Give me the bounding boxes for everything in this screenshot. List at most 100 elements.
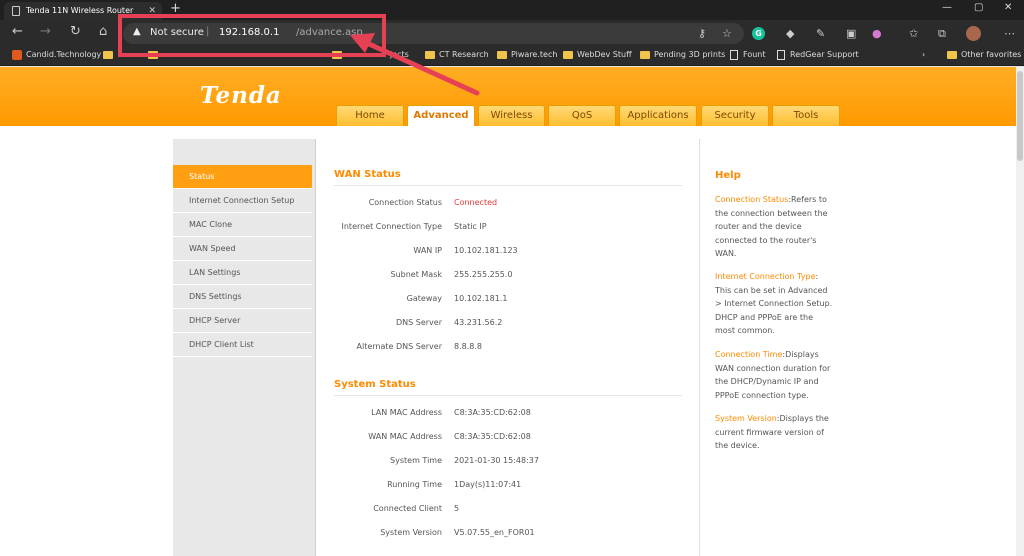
- tab-advanced[interactable]: Advanced: [407, 105, 475, 126]
- help-term: Connection Time: [715, 350, 783, 359]
- more-menu-icon[interactable]: ⋯: [1004, 27, 1015, 40]
- tab-applications[interactable]: Applications: [619, 105, 697, 126]
- help-term: Internet Connection Type: [715, 272, 816, 281]
- sidebar-item-mac-clone[interactable]: MAC Clone: [173, 213, 312, 237]
- bookmark-webdev-stuff[interactable]: WebDev Stuff: [563, 50, 632, 59]
- help-title: Help: [715, 170, 741, 181]
- field-label: System Time: [390, 456, 442, 465]
- help-text: :Refers to the connection between the ro…: [715, 195, 828, 258]
- site-icon: [12, 50, 22, 60]
- document-icon: [730, 50, 738, 60]
- bookmark-other-favorites[interactable]: Other favorites: [947, 50, 1021, 59]
- field-label: DNS Server: [396, 318, 442, 327]
- back-icon[interactable]: ←: [12, 24, 23, 39]
- tab-home[interactable]: Home: [336, 105, 404, 126]
- extension-icon[interactable]: ◆: [786, 27, 794, 40]
- extension-icon[interactable]: ●: [872, 27, 882, 40]
- extension-icon[interactable]: ▣: [846, 27, 856, 40]
- field-label: Alternate DNS Server: [356, 342, 442, 351]
- tenda-logo: Tenda: [200, 82, 282, 109]
- field-label: Subnet Mask: [390, 270, 442, 279]
- system-version-value: V5.07.55_en_FOR01: [454, 528, 535, 537]
- sidebar-item-lan-settings[interactable]: LAN Settings: [173, 261, 312, 285]
- bookmark-redgear-support[interactable]: RedGear Support: [776, 50, 859, 60]
- maximize-icon[interactable]: ▢: [974, 2, 983, 13]
- sidebar-item-status[interactable]: Status: [173, 165, 312, 189]
- status-panel: WAN Status Connection Status Connected I…: [316, 139, 700, 556]
- bookmark-ct-research[interactable]: CT Research: [425, 50, 489, 59]
- connected-client-value: 5: [454, 504, 460, 513]
- connection-status-value: Connected: [454, 198, 498, 207]
- sidebar-item-internet-connection-setup[interactable]: Internet Connection Setup: [173, 189, 312, 213]
- sidebar: Status Internet Connection Setup MAC Clo…: [173, 139, 316, 556]
- sidebar-item-dns-settings[interactable]: DNS Settings: [173, 285, 312, 309]
- field-label: Gateway: [406, 294, 442, 303]
- reload-icon[interactable]: ↻: [70, 24, 81, 39]
- url-highlight-box: [118, 14, 386, 57]
- avatar[interactable]: [966, 26, 981, 41]
- wan-status-title: WAN Status: [334, 169, 401, 180]
- folder-icon: [947, 51, 957, 59]
- router-page: Tenda Home Advanced Wireless QoS Applica…: [0, 67, 1024, 556]
- tab-qos[interactable]: QoS: [548, 105, 616, 126]
- tab-security[interactable]: Security: [701, 105, 769, 126]
- favorite-star-icon[interactable]: ☆: [722, 27, 732, 40]
- help-connection-status: Connection Status:Refers to the connecti…: [715, 193, 833, 261]
- help-panel: Help Connection Status:Refers to the con…: [701, 139, 841, 556]
- bookmarks-overflow-icon[interactable]: ›: [922, 50, 925, 59]
- dns-server-value: 43.231.56.2: [454, 318, 503, 327]
- bookmark-pending-3d-prints[interactable]: Pending 3D prints: [640, 50, 725, 59]
- bookmark-piware-tech[interactable]: Piware.tech: [497, 50, 557, 59]
- window-close-icon[interactable]: ✕: [1004, 2, 1012, 13]
- wan-ip-value: 10.102.181.123: [454, 246, 518, 255]
- bookmark-partial[interactable]: jects: [390, 50, 409, 59]
- divider: [334, 185, 682, 186]
- help-text: : This can be set in Advanced > Internet…: [715, 272, 833, 335]
- divider: [334, 395, 682, 396]
- header-banner: Tenda Home Advanced Wireless QoS Applica…: [0, 67, 1024, 126]
- sidebar-item-dhcp-server[interactable]: DHCP Server: [173, 309, 312, 333]
- page-scrollbar[interactable]: [1016, 67, 1024, 556]
- help-system-version: System Version:Displays the current firm…: [715, 412, 833, 453]
- forward-icon[interactable]: →: [40, 24, 51, 39]
- sidebar-item-dhcp-client-list[interactable]: DHCP Client List: [173, 333, 312, 357]
- collections-icon[interactable]: ⧉: [938, 27, 946, 41]
- favorites-icon[interactable]: ✩: [909, 27, 918, 40]
- connection-type-value: Static IP: [454, 222, 487, 231]
- field-label: LAN MAC Address: [371, 408, 442, 417]
- field-label: Connected Client: [373, 504, 442, 513]
- bookmark-candid-technology[interactable]: Candid.Technology: [12, 50, 101, 60]
- key-icon[interactable]: ⚷: [698, 27, 706, 40]
- help-connection-time: Connection Time:Displays WAN connection …: [715, 348, 833, 402]
- system-status-title: System Status: [334, 379, 416, 390]
- folder-icon: [103, 51, 113, 59]
- help-term: Connection Status: [715, 195, 789, 204]
- subnet-mask-value: 255.255.255.0: [454, 270, 513, 279]
- folder-icon: [640, 51, 650, 59]
- home-icon[interactable]: ⌂: [99, 24, 107, 39]
- field-label: System Version: [380, 528, 442, 537]
- folder-icon: [425, 51, 435, 59]
- field-label: Running Time: [387, 480, 442, 489]
- bookmark-fount[interactable]: Fount: [729, 50, 766, 60]
- scrollbar-thumb[interactable]: [1017, 71, 1023, 161]
- page-icon: [12, 6, 20, 16]
- folder-icon: [563, 51, 573, 59]
- wan-mac-value: C8:3A:35:CD:62:08: [454, 432, 531, 441]
- tab-wireless[interactable]: Wireless: [478, 105, 545, 126]
- help-term: System Version: [715, 414, 777, 423]
- field-label: Connection Status: [368, 198, 442, 207]
- extension-icon[interactable]: ✎: [816, 27, 825, 40]
- tab-tools[interactable]: Tools: [772, 105, 840, 126]
- running-time-value: 1Day(s)11:07:41: [454, 480, 522, 489]
- field-label: Internet Connection Type: [341, 222, 443, 231]
- field-label: WAN MAC Address: [368, 432, 442, 441]
- gateway-value: 10.102.181.1: [454, 294, 508, 303]
- lan-mac-value: C8:3A:35:CD:62:08: [454, 408, 531, 417]
- minimize-icon[interactable]: —: [942, 2, 952, 13]
- sidebar-item-wan-speed[interactable]: WAN Speed: [173, 237, 312, 261]
- alternate-dns-value: 8.8.8.8: [454, 342, 482, 351]
- document-icon: [777, 50, 785, 60]
- grammarly-extension-icon[interactable]: G: [752, 27, 765, 40]
- system-time-value: 2021-01-30 15:48:37: [454, 456, 539, 465]
